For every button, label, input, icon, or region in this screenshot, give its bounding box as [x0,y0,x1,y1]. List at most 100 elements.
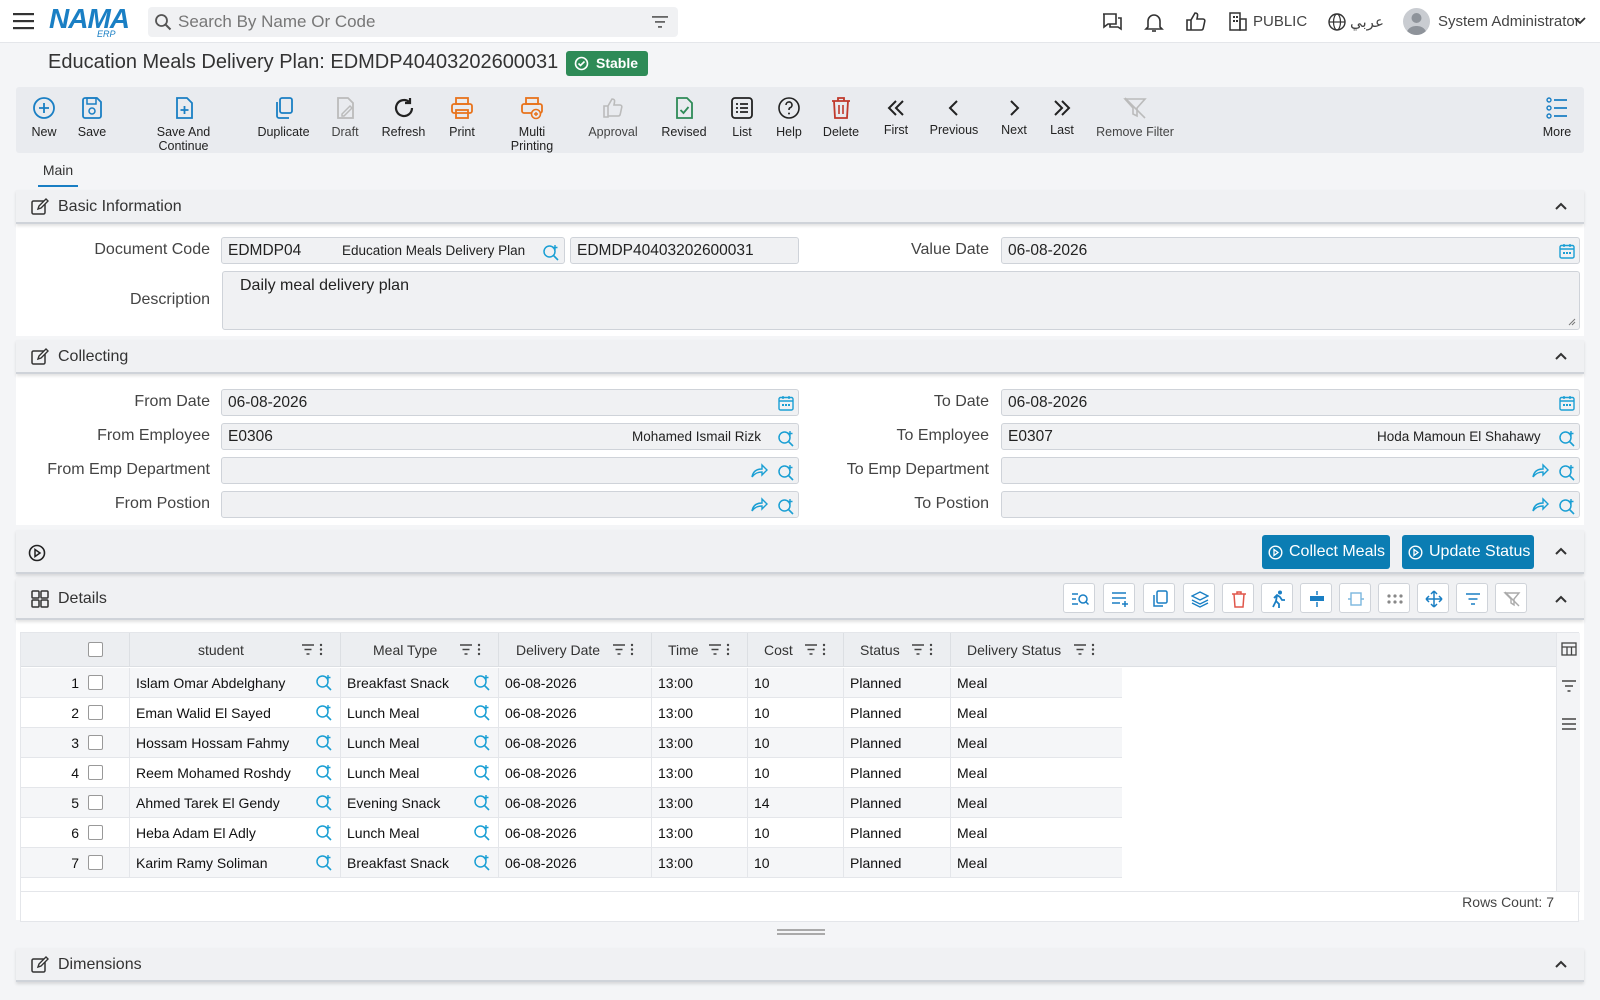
tab-main[interactable]: Main [38,162,78,187]
columns-icon[interactable] [1561,641,1577,657]
cell-status[interactable]: Planned [843,698,950,728]
cell-time[interactable]: 13:00 [651,698,747,728]
lookup-icon[interactable] [473,733,491,751]
lookup-icon[interactable] [542,243,560,261]
calendar-icon[interactable] [1559,395,1575,411]
lookup-icon[interactable] [473,673,491,691]
row-checkbox[interactable] [88,765,103,780]
table-row[interactable]: 7 Karim Ramy Soliman Breakfast Snack 06-08-… [21,848,1122,878]
column-header-delivery-status[interactable]: Delivery Status [950,633,1112,667]
share-arrow-icon[interactable] [750,497,768,513]
cell-student[interactable]: Reem Mohamed Roshdy [129,758,340,788]
menu-lines-icon[interactable] [1561,717,1577,731]
to-date-field[interactable]: 06-08-2026 [1001,389,1580,416]
table-row[interactable]: 6 Heba Adam El Adly Lunch Meal 06-08-2026 13… [21,818,1122,848]
filter-icon[interactable] [652,15,668,29]
list-button[interactable]: List [728,95,756,139]
chevron-up-icon[interactable] [1554,592,1568,606]
column-header-time[interactable]: Time [651,633,747,667]
cell-delivery-status[interactable]: Meal [950,848,1112,878]
delete-row-button[interactable] [1222,583,1254,613]
from-employee-field[interactable]: E0306 Mohamed Ismail Rizk [221,423,799,450]
lookup-icon[interactable] [1558,463,1576,481]
document-type-field[interactable]: EDMDP04 Education Meals Delivery Plan [221,237,565,264]
cell-time[interactable]: 13:00 [651,848,747,878]
column-filter-icon[interactable] [302,643,324,657]
cell-cost[interactable]: 10 [747,668,843,698]
lookup-icon[interactable] [473,793,491,811]
cell-meal-type[interactable]: Lunch Meal [340,818,498,848]
delete-button[interactable]: Delete [822,95,860,139]
column-filter-icon[interactable] [912,643,934,657]
grid-remove-filter-button[interactable] [1495,583,1527,613]
cell-meal-type[interactable]: Breakfast Snack [340,848,498,878]
row-checkbox[interactable] [88,795,103,810]
cell-meal-type[interactable]: Lunch Meal [340,698,498,728]
more-options-button[interactable] [1378,583,1410,613]
save-button[interactable]: Save [77,95,107,139]
basic-information-header[interactable]: Basic Information [16,190,1584,224]
lookup-icon[interactable] [777,463,795,481]
cell-student[interactable]: Ahmed Tarek El Gendy [129,788,340,818]
cell-delivery-status[interactable]: Meal [950,758,1112,788]
column-filter-icon[interactable] [709,643,731,657]
row-checkbox[interactable] [88,735,103,750]
play-circle-icon[interactable] [28,544,46,562]
from-date-field[interactable]: 06-08-2026 [221,389,799,416]
cell-delivery-status[interactable]: Meal [950,728,1112,758]
cell-delivery-date[interactable]: 06-08-2026 [498,848,651,878]
grid-search-button[interactable] [1063,583,1095,613]
dimensions-header[interactable]: Dimensions [16,948,1584,982]
cell-student[interactable]: Heba Adam El Adly [129,818,340,848]
search-input[interactable] [178,11,628,33]
lookup-icon[interactable] [473,763,491,781]
cell-cost[interactable]: 10 [747,848,843,878]
table-row[interactable]: 5 Ahmed Tarek El Gendy Evening Snack 06-08-… [21,788,1122,818]
column-header-student[interactable]: student [129,633,340,667]
cell-meal-type[interactable]: Lunch Meal [340,728,498,758]
cell-cost[interactable]: 10 [747,728,843,758]
print-button[interactable]: Print [447,95,477,139]
more-button[interactable]: More [1541,95,1573,139]
cell-delivery-date[interactable]: 06-08-2026 [498,758,651,788]
table-row[interactable]: 2 Eman Walid El Sayed Lunch Meal 06-08-2026… [21,698,1122,728]
globe-icon[interactable] [1327,12,1351,36]
first-button[interactable]: First [882,95,910,137]
document-code-field[interactable]: EDMDP40403202600031 [570,237,799,264]
building-icon[interactable] [1227,10,1251,34]
cell-student[interactable]: Eman Walid El Sayed [129,698,340,728]
share-arrow-icon[interactable] [1531,497,1549,513]
cell-meal-type[interactable]: Breakfast Snack [340,668,498,698]
column-header-status[interactable]: Status [843,633,950,667]
last-button[interactable]: Last [1048,95,1076,137]
table-row[interactable]: 4 Reem Mohamed Roshdy Lunch Meal 06-08-2026… [21,758,1122,788]
cell-meal-type[interactable]: Evening Snack [340,788,498,818]
column-header-meal-type[interactable]: Meal Type [340,633,498,667]
row-checkbox[interactable] [88,705,103,720]
save-and-continue-button[interactable]: Save And Continue [131,95,236,153]
column-filter-icon[interactable] [1074,643,1096,657]
lookup-icon[interactable] [473,703,491,721]
lookup-icon[interactable] [473,823,491,841]
to-employee-field[interactable]: E0307 Hoda Mamoun El Shahawy [1001,423,1580,450]
cell-status[interactable]: Planned [843,728,950,758]
bell-icon[interactable] [1142,10,1166,34]
thumbs-up-icon[interactable] [1184,10,1208,34]
run-button[interactable] [1261,583,1293,613]
cell-time[interactable]: 13:00 [651,788,747,818]
duplicate-button[interactable]: Duplicate [256,95,311,139]
calendar-icon[interactable] [1559,243,1575,259]
select-all-checkbox[interactable] [88,642,103,657]
lookup-icon[interactable] [1558,429,1576,447]
collecting-header[interactable]: Collecting [16,340,1584,374]
approval-button[interactable]: Approval [588,95,638,139]
help-button[interactable]: Help [774,95,804,139]
cell-cost[interactable]: 10 [747,698,843,728]
copy-row-button[interactable] [1143,583,1175,613]
column-filter-icon[interactable] [460,643,482,657]
row-checkbox[interactable] [88,675,103,690]
lookup-icon[interactable] [315,823,333,841]
calendar-icon[interactable] [778,395,794,411]
fit-columns-button[interactable] [1339,583,1371,613]
cell-delivery-date[interactable]: 06-08-2026 [498,818,651,848]
